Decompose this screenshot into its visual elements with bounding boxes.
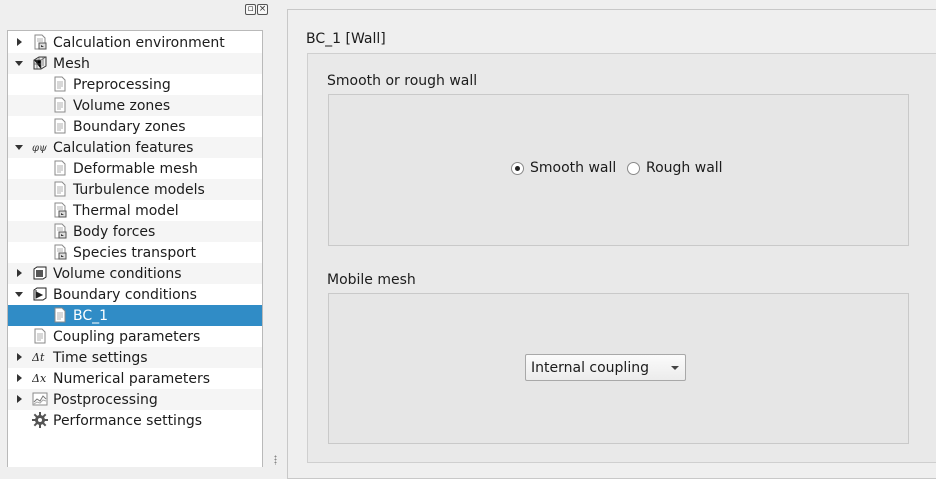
- page-title: BC_1 [Wall]: [306, 31, 386, 47]
- tree-item-label: Boundary conditions: [53, 287, 197, 303]
- tree-item[interactable]: Species transport: [8, 242, 262, 263]
- tree-item-label: Calculation features: [53, 140, 194, 156]
- document-icon: [52, 76, 68, 92]
- tree-item[interactable]: Coupling parameters: [8, 326, 262, 347]
- tree-item[interactable]: Δt Time settings: [8, 347, 262, 368]
- document-arrow-icon: [32, 34, 48, 50]
- tree-item-label: Calculation environment: [53, 35, 225, 51]
- phi-psi-icon: φψ: [32, 139, 48, 155]
- delta-x-icon: Δx: [31, 370, 48, 386]
- tree-item-label: Volume conditions: [53, 266, 182, 282]
- tree-item[interactable]: Mesh: [8, 53, 262, 74]
- dock-buttons: ▫ ×: [245, 4, 268, 15]
- tree-item-label: Volume zones: [73, 98, 171, 114]
- navigation-tree[interactable]: Calculation environment Mesh Preprocessing…: [7, 30, 263, 467]
- chevron-right-icon[interactable]: [14, 263, 24, 284]
- document-icon: [32, 328, 48, 344]
- tree-item-label: Preprocessing: [73, 77, 171, 93]
- smooth-wall-label: Smooth wall: [530, 160, 617, 176]
- tree-item[interactable]: Boundary zones: [8, 116, 262, 137]
- rough-wall-radio[interactable]: [627, 161, 640, 175]
- document-icon: [52, 118, 68, 134]
- document-icon: [52, 160, 68, 176]
- roughness-group: [328, 94, 909, 246]
- tree-item-label: Coupling parameters: [53, 329, 201, 345]
- tree-item-label: Deformable mesh: [73, 161, 198, 177]
- tree-item[interactable]: Volume conditions: [8, 263, 262, 284]
- chevron-down-icon[interactable]: [14, 137, 24, 158]
- svg-text:Δx: Δx: [32, 372, 47, 385]
- mobile-mesh-select[interactable]: Internal coupling: [525, 354, 686, 381]
- tree-item[interactable]: Δx Numerical parameters: [8, 368, 262, 389]
- smooth-wall-radio[interactable]: [511, 161, 524, 175]
- float-icon[interactable]: ▫: [245, 4, 256, 15]
- tree-item-label: Turbulence models: [73, 182, 205, 198]
- tree-item[interactable]: BC_1: [8, 305, 262, 326]
- tree-item-label: Performance settings: [53, 413, 202, 429]
- chevron-right-icon[interactable]: [14, 32, 24, 53]
- delta-t-icon: Δt: [31, 349, 48, 365]
- volume-cube-icon: [32, 265, 48, 281]
- svg-text:Δt: Δt: [32, 351, 45, 364]
- chevron-down-icon[interactable]: [14, 284, 24, 305]
- tree-item-label: BC_1: [73, 308, 109, 324]
- tree-item[interactable]: φψ Calculation features: [8, 137, 262, 158]
- tree-item-label: Body forces: [73, 224, 156, 240]
- close-icon[interactable]: ×: [257, 4, 268, 15]
- boundary-arrow-icon: [32, 286, 48, 302]
- tree-item-label: Numerical parameters: [53, 371, 211, 387]
- tree-item[interactable]: Deformable mesh: [8, 158, 262, 179]
- rough-wall-label: Rough wall: [646, 160, 723, 176]
- tree-item-label: Boundary zones: [73, 119, 186, 135]
- chart-icon: [32, 391, 48, 407]
- tree-item[interactable]: Turbulence models: [8, 179, 262, 200]
- mobile-mesh-value: Internal coupling: [531, 360, 649, 376]
- tree-item[interactable]: Volume zones: [8, 95, 262, 116]
- chevron-right-icon[interactable]: [14, 389, 24, 410]
- rough-wall-option[interactable]: Rough wall: [627, 160, 723, 176]
- tree-item[interactable]: Postprocessing: [8, 389, 262, 410]
- tree-item-label: Thermal model: [73, 203, 179, 219]
- mesh-cube-icon: [32, 55, 48, 71]
- tree-item[interactable]: Body forces: [8, 221, 262, 242]
- document-icon: [52, 307, 68, 323]
- tree-item-label: Mesh: [53, 56, 90, 72]
- document-icon: [52, 97, 68, 113]
- tree-item[interactable]: Performance settings: [8, 410, 262, 431]
- tree-item[interactable]: Boundary conditions: [8, 284, 262, 305]
- svg-text:φψ: φψ: [32, 143, 47, 154]
- chevron-right-icon[interactable]: [14, 347, 24, 368]
- mobile-mesh-group-title: Mobile mesh: [327, 272, 416, 288]
- chevron-down-icon[interactable]: [14, 53, 24, 74]
- roughness-group-title: Smooth or rough wall: [327, 73, 478, 89]
- gear-icon: [32, 412, 48, 428]
- document-arrow-icon: [52, 202, 68, 218]
- document-arrow-icon: [52, 244, 68, 260]
- tree-item[interactable]: Preprocessing: [8, 74, 262, 95]
- document-arrow-icon: [52, 223, 68, 239]
- splitter-handle[interactable]: [274, 455, 277, 465]
- tree-item[interactable]: Thermal model: [8, 200, 262, 221]
- smooth-wall-option[interactable]: Smooth wall: [511, 160, 616, 176]
- tree-item-label: Postprocessing: [53, 392, 158, 408]
- tree-item-label: Species transport: [73, 245, 197, 261]
- chevron-right-icon[interactable]: [14, 368, 24, 389]
- tree-item[interactable]: Calculation environment: [8, 32, 262, 53]
- tree-item-label: Time settings: [53, 350, 148, 366]
- chevron-down-icon: [671, 366, 679, 370]
- document-icon: [52, 181, 68, 197]
